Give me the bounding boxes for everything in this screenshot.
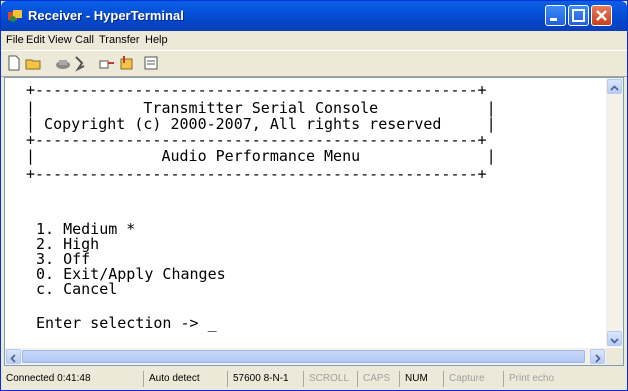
- scroll-down-icon: [610, 338, 619, 344]
- close-button[interactable]: [591, 5, 612, 26]
- scroll-left-button[interactable]: [6, 349, 21, 364]
- window-title: Receiver - HyperTerminal: [28, 8, 184, 23]
- terminal-screen[interactable]: +---------------------------------------…: [9, 81, 605, 347]
- scroll-left-icon: [10, 354, 16, 363]
- status-emulation: Auto detect: [143, 371, 225, 387]
- hyperterminal-window: Receiver - HyperTerminal File Edit View …: [0, 0, 628, 391]
- disconnect-icon[interactable]: [73, 54, 91, 72]
- box-border-middle: +---------------------------------------…: [26, 131, 487, 149]
- status-port-settings: 57600 8-N-1: [227, 371, 301, 387]
- status-connection-time: Connected 0:41:48: [6, 373, 91, 384]
- scroll-up-icon: [610, 85, 619, 91]
- menu-bar: File Edit View Call Transfer Help: [1, 31, 627, 50]
- status-num: NUM: [399, 371, 441, 387]
- console-title: | Transmitter Serial Console |: [26, 99, 496, 117]
- status-capture: Capture: [443, 371, 501, 387]
- minimize-icon: [550, 18, 557, 21]
- maximize-button[interactable]: [568, 5, 589, 26]
- scroll-down-button[interactable]: [607, 331, 622, 346]
- send-icon[interactable]: [98, 54, 116, 72]
- scroll-right-icon: [595, 354, 601, 363]
- menu-edit[interactable]: Edit: [26, 34, 45, 46]
- terminal-frame: +---------------------------------------…: [4, 77, 624, 366]
- scroll-corner: [606, 348, 623, 365]
- status-bar: Connected 0:41:48 Auto detect 57600 8-N-…: [1, 368, 627, 390]
- status-caps: CAPS: [357, 371, 397, 387]
- scroll-up-button[interactable]: [607, 79, 622, 94]
- menu-option-cancel: c. Cancel: [36, 280, 118, 298]
- horizontal-scrollbar[interactable]: [5, 348, 606, 365]
- hyperterminal-icon: [8, 10, 22, 22]
- title-bar[interactable]: Receiver - HyperTerminal: [1, 1, 627, 31]
- receive-icon[interactable]: [117, 54, 135, 72]
- menu-transfer[interactable]: Transfer: [99, 34, 140, 46]
- open-icon[interactable]: [25, 54, 43, 72]
- toolbar: [1, 50, 627, 77]
- menu-title: | Audio Performance Menu |: [26, 147, 496, 165]
- vertical-scrollbar[interactable]: [606, 78, 623, 347]
- menu-file[interactable]: File: [6, 34, 24, 46]
- menu-help[interactable]: Help: [145, 34, 168, 46]
- menu-view[interactable]: View: [48, 34, 72, 46]
- menu-call[interactable]: Call: [75, 34, 94, 46]
- maximize-icon: [572, 9, 585, 22]
- close-icon: [596, 10, 607, 21]
- status-print-echo: Print echo: [503, 371, 569, 387]
- box-border-bottom: +---------------------------------------…: [26, 165, 487, 183]
- selection-prompt: Enter selection -> _: [36, 314, 217, 332]
- properties-icon[interactable]: [142, 54, 160, 72]
- scroll-right-button[interactable]: [590, 349, 605, 364]
- call-icon[interactable]: [54, 54, 72, 72]
- new-icon[interactable]: [5, 54, 23, 72]
- status-scroll: SCROLL: [303, 371, 355, 387]
- minimize-button[interactable]: [545, 5, 566, 26]
- horizontal-scroll-thumb[interactable]: [22, 350, 585, 363]
- box-border-top: +---------------------------------------…: [26, 81, 487, 99]
- copyright-line: | Copyright (c) 2000-2007, All rights re…: [26, 115, 496, 133]
